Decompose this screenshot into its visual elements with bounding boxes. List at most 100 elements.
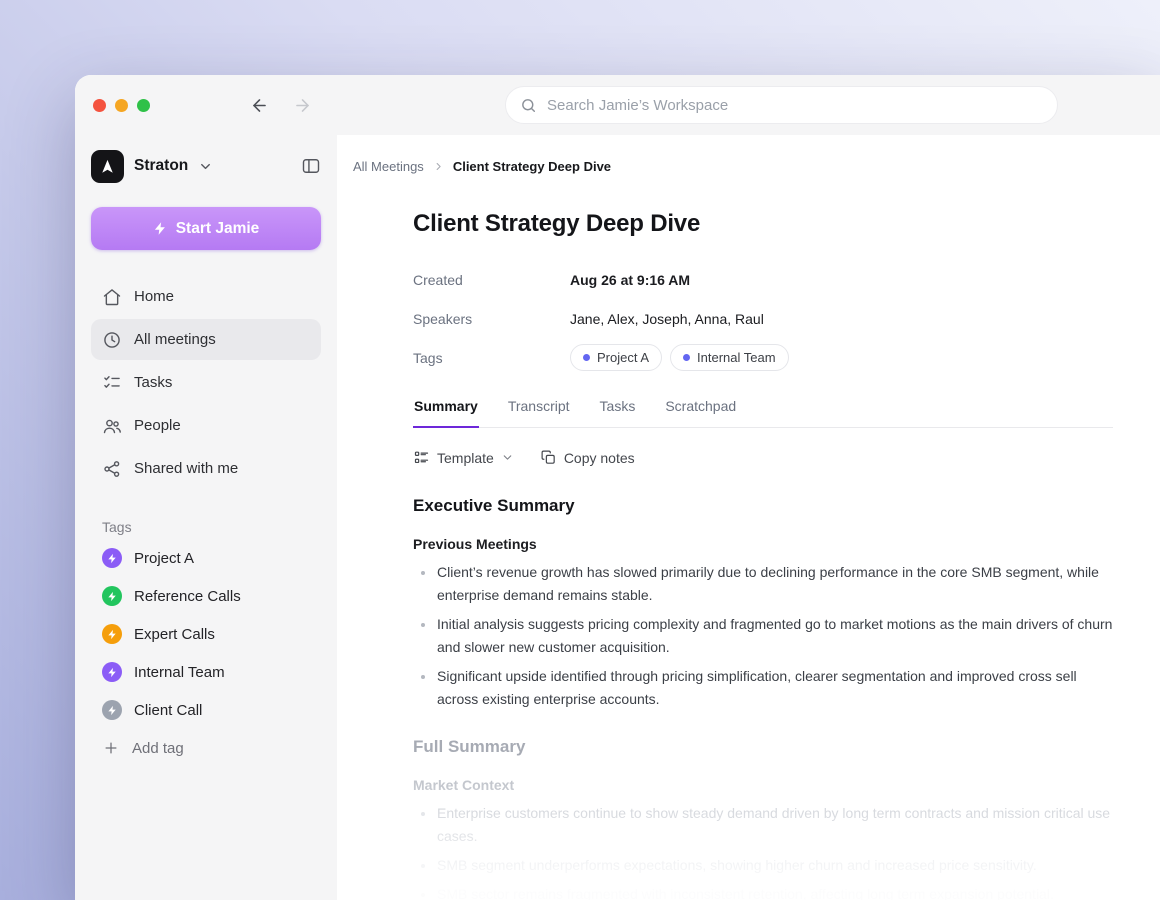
summary-bullet: Enterprise customers continue to show st…	[413, 802, 1113, 848]
meeting-tabs: Summary Transcript Tasks Scratchpad	[413, 389, 1113, 428]
summary-toolbar: Template Copy notes	[413, 449, 1113, 466]
sidebar-tag-expert-calls[interactable]: Expert Calls	[91, 615, 321, 653]
summary-bullet: Client’s revenue growth has slowed prima…	[413, 561, 1113, 607]
summary-bullet: Initial analysis suggests pricing comple…	[413, 613, 1113, 659]
home-icon	[102, 287, 122, 307]
created-label: Created	[413, 272, 570, 288]
workspace-switcher[interactable]: Straton	[91, 143, 321, 189]
tag-bolt-icon	[102, 662, 122, 682]
start-jamie-button[interactable]: Start Jamie	[91, 207, 321, 250]
tab-transcript[interactable]: Transcript	[507, 389, 571, 427]
sidebar-item-label: People	[134, 417, 181, 434]
clock-icon	[102, 330, 122, 350]
tag-bolt-icon	[102, 700, 122, 720]
workspace-search[interactable]	[505, 86, 1058, 124]
workspace-name: Straton	[134, 157, 188, 175]
meta-row-tags: Tags Project A Internal Team	[413, 338, 1113, 377]
straton-logo-icon	[91, 150, 124, 183]
sidebar: Straton Start Jamie Home	[75, 135, 337, 900]
back-arrow-icon[interactable]	[250, 96, 269, 115]
tag-label: Reference Calls	[134, 588, 241, 605]
copy-notes-label: Copy notes	[564, 450, 635, 466]
tag-label: Project A	[134, 550, 194, 567]
meeting-meta: Created Aug 26 at 9:16 AM Speakers Jane,…	[413, 260, 1113, 377]
summary-bullet: SMB segment underperforms expectations, …	[413, 854, 1113, 877]
copy-notes-button[interactable]: Copy notes	[540, 449, 635, 466]
speakers-label: Speakers	[413, 311, 570, 327]
add-tag-button[interactable]: Add tag	[91, 729, 321, 767]
breadcrumb-chevron-icon	[432, 160, 445, 173]
tag-pill-label: Internal Team	[697, 350, 776, 365]
tab-tasks[interactable]: Tasks	[599, 389, 637, 427]
tag-bolt-icon	[102, 624, 122, 644]
tag-pill-internal-team[interactable]: Internal Team	[670, 344, 789, 371]
sidebar-item-tasks[interactable]: Tasks	[91, 362, 321, 403]
share-icon	[102, 459, 122, 479]
breadcrumb: All Meetings Client Strategy Deep Dive	[353, 159, 1160, 174]
plus-icon	[102, 739, 120, 757]
tag-label: Expert Calls	[134, 626, 215, 643]
sidebar-item-label: Tasks	[134, 374, 172, 391]
sidebar-tag-internal-team[interactable]: Internal Team	[91, 653, 321, 691]
search-input[interactable]	[547, 97, 1043, 114]
sidebar-item-label: All meetings	[134, 331, 216, 348]
summary-bullet: Significant upside identified through pr…	[413, 665, 1113, 711]
full-summary-heading: Full Summary	[413, 737, 1113, 757]
maximize-window-button[interactable]	[137, 99, 150, 112]
window-controls	[93, 99, 150, 112]
summary-bullet: SMB sector remains fragmented with incon…	[413, 883, 1113, 900]
copy-icon	[540, 449, 557, 466]
breadcrumb-current: Client Strategy Deep Dive	[453, 159, 611, 174]
tag-dot-icon	[683, 354, 690, 361]
sidebar-nav: Home All meetings Tasks	[91, 276, 321, 489]
tag-pill-project-a[interactable]: Project A	[570, 344, 662, 371]
speakers-value: Jane, Alex, Joseph, Anna, Raul	[570, 311, 764, 327]
chevron-down-icon	[501, 451, 514, 464]
sidebar-item-home[interactable]: Home	[91, 276, 321, 317]
sidebar-item-people[interactable]: People	[91, 405, 321, 446]
market-context-heading: Market Context	[413, 777, 1113, 793]
sidebar-tag-project-a[interactable]: Project A	[91, 539, 321, 577]
sidebar-item-label: Home	[134, 288, 174, 305]
sidebar-item-label: Shared with me	[134, 460, 238, 477]
tag-dot-icon	[583, 354, 590, 361]
sidebar-tag-client-call[interactable]: Client Call	[91, 691, 321, 729]
breadcrumb-parent[interactable]: All Meetings	[353, 159, 424, 174]
minimize-window-button[interactable]	[115, 99, 128, 112]
template-label: Template	[437, 450, 494, 466]
tag-label: Client Call	[134, 702, 202, 719]
start-jamie-label: Start Jamie	[176, 220, 260, 238]
window-topbar	[75, 75, 1160, 135]
page-title: Client Strategy Deep Dive	[413, 210, 1113, 238]
app-window: Straton Start Jamie Home	[75, 75, 1160, 900]
previous-meetings-heading: Previous Meetings	[413, 536, 1113, 552]
history-nav	[250, 96, 312, 115]
panel-toggle-icon[interactable]	[301, 156, 321, 176]
tag-label: Internal Team	[134, 664, 225, 681]
template-icon	[413, 449, 430, 466]
sidebar-tag-reference-calls[interactable]: Reference Calls	[91, 577, 321, 615]
tab-summary[interactable]: Summary	[413, 389, 479, 428]
search-icon	[520, 97, 537, 114]
forward-arrow-icon[interactable]	[293, 96, 312, 115]
tags-label: Tags	[413, 350, 570, 366]
tags-section-header: Tags	[91, 519, 321, 535]
sidebar-item-shared-with-me[interactable]: Shared with me	[91, 448, 321, 489]
people-icon	[102, 416, 122, 436]
template-button[interactable]: Template	[413, 449, 514, 466]
tab-scratchpad[interactable]: Scratchpad	[664, 389, 737, 427]
close-window-button[interactable]	[93, 99, 106, 112]
tag-bolt-icon	[102, 586, 122, 606]
previous-meetings-list: Client’s revenue growth has slowed prima…	[413, 561, 1113, 711]
created-value: Aug 26 at 9:16 AM	[570, 272, 690, 288]
meta-row-speakers: Speakers Jane, Alex, Joseph, Anna, Raul	[413, 299, 1113, 338]
chevron-down-icon	[198, 159, 213, 174]
tag-list: Project A Reference Calls Expert Calls	[91, 539, 321, 767]
sidebar-item-all-meetings[interactable]: All meetings	[91, 319, 321, 360]
executive-summary-heading: Executive Summary	[413, 496, 1113, 516]
meta-row-created: Created Aug 26 at 9:16 AM	[413, 260, 1113, 299]
tasks-icon	[102, 373, 122, 393]
market-context-list: Enterprise customers continue to show st…	[413, 802, 1113, 900]
tag-bolt-icon	[102, 548, 122, 568]
tag-pill-label: Project A	[597, 350, 649, 365]
